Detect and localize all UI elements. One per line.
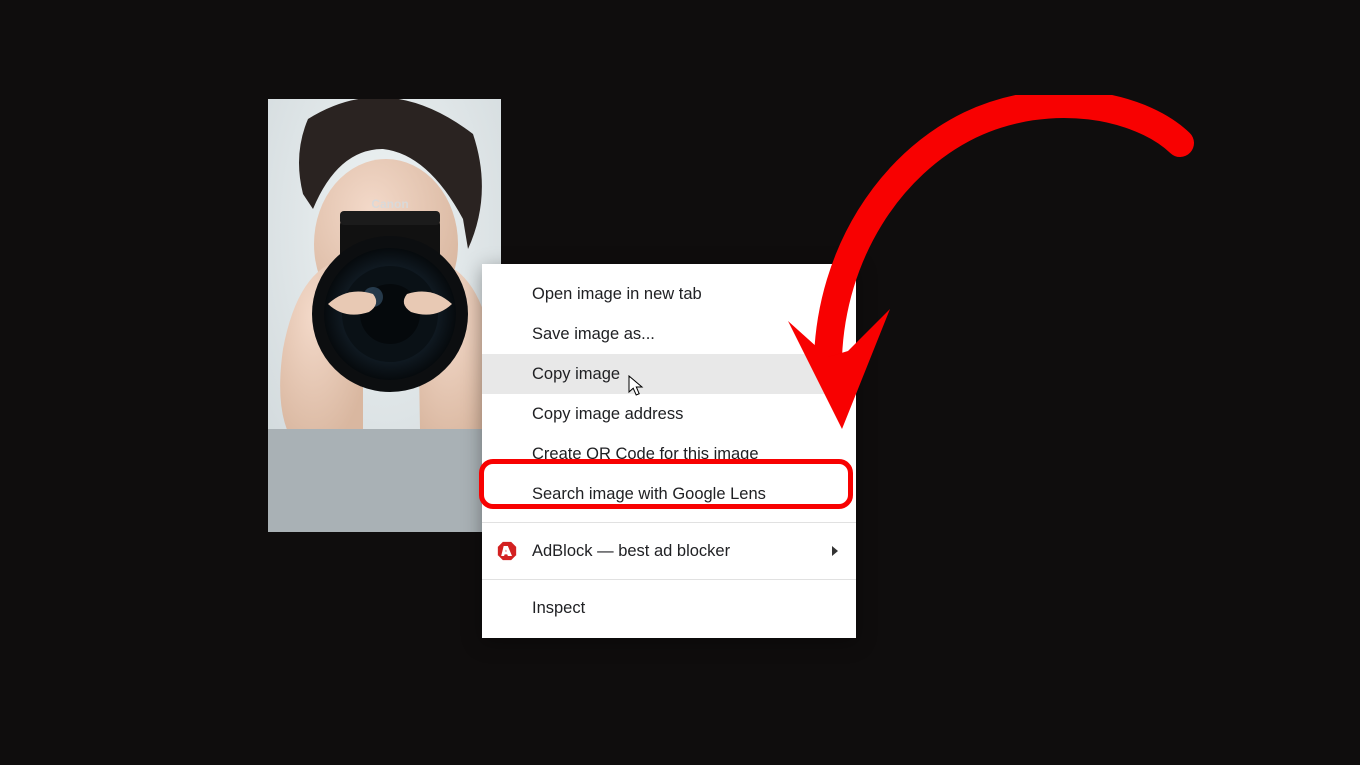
menu-item-open-new-tab[interactable]: Open image in new tab xyxy=(482,274,856,314)
menu-item-save-image-as[interactable]: Save image as... xyxy=(482,314,856,354)
stage: Canon Open image in new tab Save image a… xyxy=(0,0,1360,765)
menu-separator xyxy=(482,579,856,580)
menu-item-copy-image[interactable]: Copy image xyxy=(482,354,856,394)
submenu-arrow-icon xyxy=(832,546,838,556)
menu-item-label: Search image with Google Lens xyxy=(532,485,766,504)
menu-item-adblock[interactable]: AdBlock — best ad blocker xyxy=(482,531,856,571)
menu-item-copy-image-address[interactable]: Copy image address xyxy=(482,394,856,434)
menu-item-label: Copy image address xyxy=(532,405,683,424)
menu-separator xyxy=(482,522,856,523)
context-menu: Open image in new tab Save image as... C… xyxy=(482,264,856,638)
menu-item-label: Open image in new tab xyxy=(532,285,702,304)
menu-item-label: Inspect xyxy=(532,599,585,618)
menu-item-inspect[interactable]: Inspect xyxy=(482,588,856,628)
target-image[interactable]: Canon xyxy=(268,99,501,532)
menu-item-label: AdBlock — best ad blocker xyxy=(532,542,730,561)
svg-text:Canon: Canon xyxy=(371,197,408,211)
menu-item-search-google-lens[interactable]: Search image with Google Lens xyxy=(482,474,856,514)
menu-item-label: Save image as... xyxy=(532,325,655,344)
adblock-icon xyxy=(496,540,518,562)
menu-item-label: Copy image xyxy=(532,365,620,384)
menu-item-label: Create QR Code for this image xyxy=(532,445,759,464)
menu-item-create-qr[interactable]: Create QR Code for this image xyxy=(482,434,856,474)
